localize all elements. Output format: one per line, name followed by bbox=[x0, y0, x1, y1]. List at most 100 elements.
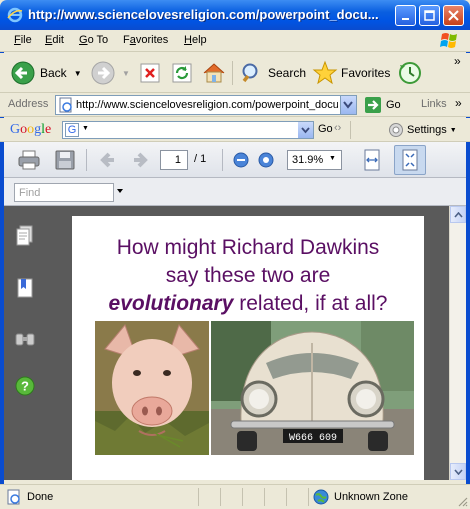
back-button[interactable]: Back ▼ bbox=[10, 59, 82, 87]
status-text-area: Done bbox=[6, 489, 53, 505]
find-dropdown-icon[interactable] bbox=[117, 189, 123, 193]
home-button[interactable] bbox=[201, 59, 227, 87]
status-panel bbox=[264, 488, 286, 506]
settings-label: Settings bbox=[407, 124, 447, 136]
vertical-scrollbar[interactable] bbox=[449, 206, 466, 480]
google-more-icon[interactable]: ‹› bbox=[334, 122, 341, 134]
bookmark-icon bbox=[17, 278, 33, 298]
fit-width-button[interactable] bbox=[359, 147, 385, 173]
google-history-dropdown[interactable] bbox=[298, 122, 313, 138]
toolbar-separator bbox=[232, 61, 233, 85]
security-zone[interactable]: Unknown Zone bbox=[313, 489, 408, 505]
search-button[interactable]: Search bbox=[240, 59, 306, 87]
menu-help[interactable]: Help bbox=[184, 34, 207, 46]
scroll-up-button[interactable] bbox=[450, 206, 466, 223]
address-dropdown-button[interactable] bbox=[340, 96, 356, 114]
slide-title-line-2: say these two are bbox=[165, 264, 331, 287]
page-done-icon bbox=[7, 489, 20, 505]
page-number-input[interactable]: 1 bbox=[160, 150, 188, 170]
google-go-button[interactable]: Go bbox=[318, 123, 333, 135]
status-panel bbox=[308, 488, 309, 506]
google-toolbar: Google G ▼ Go ‹› Settings ▼ bbox=[0, 118, 470, 142]
svg-text:?: ? bbox=[21, 379, 29, 394]
go-arrow-icon bbox=[365, 97, 381, 113]
search-panel-button[interactable] bbox=[13, 326, 37, 350]
settings-dropdown-icon: ▼ bbox=[449, 126, 457, 134]
fit-page-button[interactable] bbox=[394, 145, 426, 175]
forward-arrow-icon bbox=[91, 61, 115, 85]
pdf-separator bbox=[222, 149, 223, 171]
find-input[interactable]: Find bbox=[14, 183, 114, 202]
vw-beetle-photo: W666 609 bbox=[211, 321, 414, 455]
links-button[interactable]: Links bbox=[421, 98, 447, 110]
print-button[interactable] bbox=[16, 147, 42, 173]
minimize-button[interactable] bbox=[395, 5, 416, 26]
previous-page-button[interactable] bbox=[96, 147, 122, 173]
zoom-in-icon bbox=[258, 152, 274, 168]
maximize-button[interactable] bbox=[419, 5, 440, 26]
favorites-label: Favorites bbox=[341, 66, 391, 80]
status-panel bbox=[198, 488, 220, 506]
address-input[interactable]: http://www.sciencelovesreligion.com/powe… bbox=[55, 95, 357, 115]
home-icon bbox=[203, 63, 225, 83]
google-options-dropdown-icon[interactable]: ▼ bbox=[82, 125, 89, 132]
fit-width-icon bbox=[364, 149, 380, 171]
address-bar: Address http://www.sciencelovesreligion.… bbox=[0, 93, 470, 117]
resize-grip-icon[interactable] bbox=[456, 495, 468, 507]
slide-title: How might Richard Dawkins say these two … bbox=[72, 234, 424, 318]
stop-button[interactable] bbox=[139, 59, 161, 87]
pdf-separator bbox=[86, 149, 87, 171]
search-label: Search bbox=[268, 66, 307, 80]
globe-icon bbox=[313, 489, 329, 505]
title-bar[interactable]: http://www.sciencelovesreligion.com/powe… bbox=[0, 0, 470, 30]
go-button[interactable]: Go bbox=[364, 96, 401, 114]
help-panel-button[interactable]: ? bbox=[13, 374, 37, 398]
back-label: Back bbox=[40, 66, 67, 80]
google-settings-button[interactable]: Settings ▼ bbox=[388, 122, 457, 138]
pdf-toolbar: 1 / 1 31.9% ▼ bbox=[4, 142, 466, 178]
links-more-button[interactable]: » bbox=[455, 96, 462, 110]
star-icon bbox=[312, 60, 338, 85]
bookmarks-panel-button[interactable] bbox=[13, 276, 37, 300]
refresh-icon bbox=[172, 63, 192, 83]
pdf-page: How might Richard Dawkins say these two … bbox=[72, 216, 424, 480]
favorites-button[interactable]: Favorites bbox=[312, 59, 390, 87]
history-button[interactable] bbox=[397, 59, 423, 87]
window-title: http://www.sciencelovesreligion.com/powe… bbox=[28, 7, 379, 22]
find-toolbar: Find bbox=[4, 178, 466, 206]
close-button[interactable] bbox=[443, 5, 464, 26]
pages-icon bbox=[16, 225, 33, 246]
save-button[interactable] bbox=[52, 147, 78, 173]
menu-edit[interactable]: Edit bbox=[45, 34, 64, 46]
next-page-button[interactable] bbox=[126, 147, 152, 173]
forward-button[interactable]: ▼ bbox=[90, 59, 130, 87]
page-icon bbox=[58, 97, 74, 116]
standard-toolbar: Back ▼ ▼ Search Favorites » bbox=[0, 53, 470, 93]
back-arrow-icon bbox=[11, 61, 35, 85]
document-viewport[interactable]: How might Richard Dawkins say these two … bbox=[46, 206, 449, 480]
status-panel bbox=[286, 488, 308, 506]
zoom-out-button[interactable] bbox=[228, 147, 254, 173]
settings-icon bbox=[389, 123, 403, 137]
zoom-dropdown-icon[interactable]: ▼ bbox=[329, 155, 336, 162]
menu-file[interactable]: File bbox=[14, 34, 32, 46]
menu-bar: File Edit Go To Favorites Help bbox=[0, 30, 470, 52]
menu-favorites[interactable]: Favorites bbox=[123, 34, 168, 46]
pages-panel-button[interactable] bbox=[13, 224, 37, 248]
arrow-up-icon bbox=[453, 211, 463, 218]
arrow-down-icon bbox=[453, 468, 463, 475]
google-g-icon[interactable]: G bbox=[65, 123, 79, 137]
go-label: Go bbox=[386, 99, 401, 111]
toolbar-more-button[interactable]: » bbox=[454, 54, 461, 68]
google-search-input[interactable]: G ▼ bbox=[62, 121, 314, 139]
binoculars-icon bbox=[15, 333, 35, 346]
back-dropdown-icon[interactable]: ▼ bbox=[74, 69, 82, 78]
scroll-down-button[interactable] bbox=[450, 463, 466, 480]
fit-page-icon bbox=[402, 149, 418, 171]
refresh-button[interactable] bbox=[171, 59, 193, 87]
zoom-in-button[interactable] bbox=[253, 147, 279, 173]
menu-goto[interactable]: Go To bbox=[79, 34, 108, 46]
search-icon bbox=[242, 63, 258, 83]
security-zone-label: Unknown Zone bbox=[334, 491, 408, 503]
printer-icon bbox=[18, 150, 40, 170]
